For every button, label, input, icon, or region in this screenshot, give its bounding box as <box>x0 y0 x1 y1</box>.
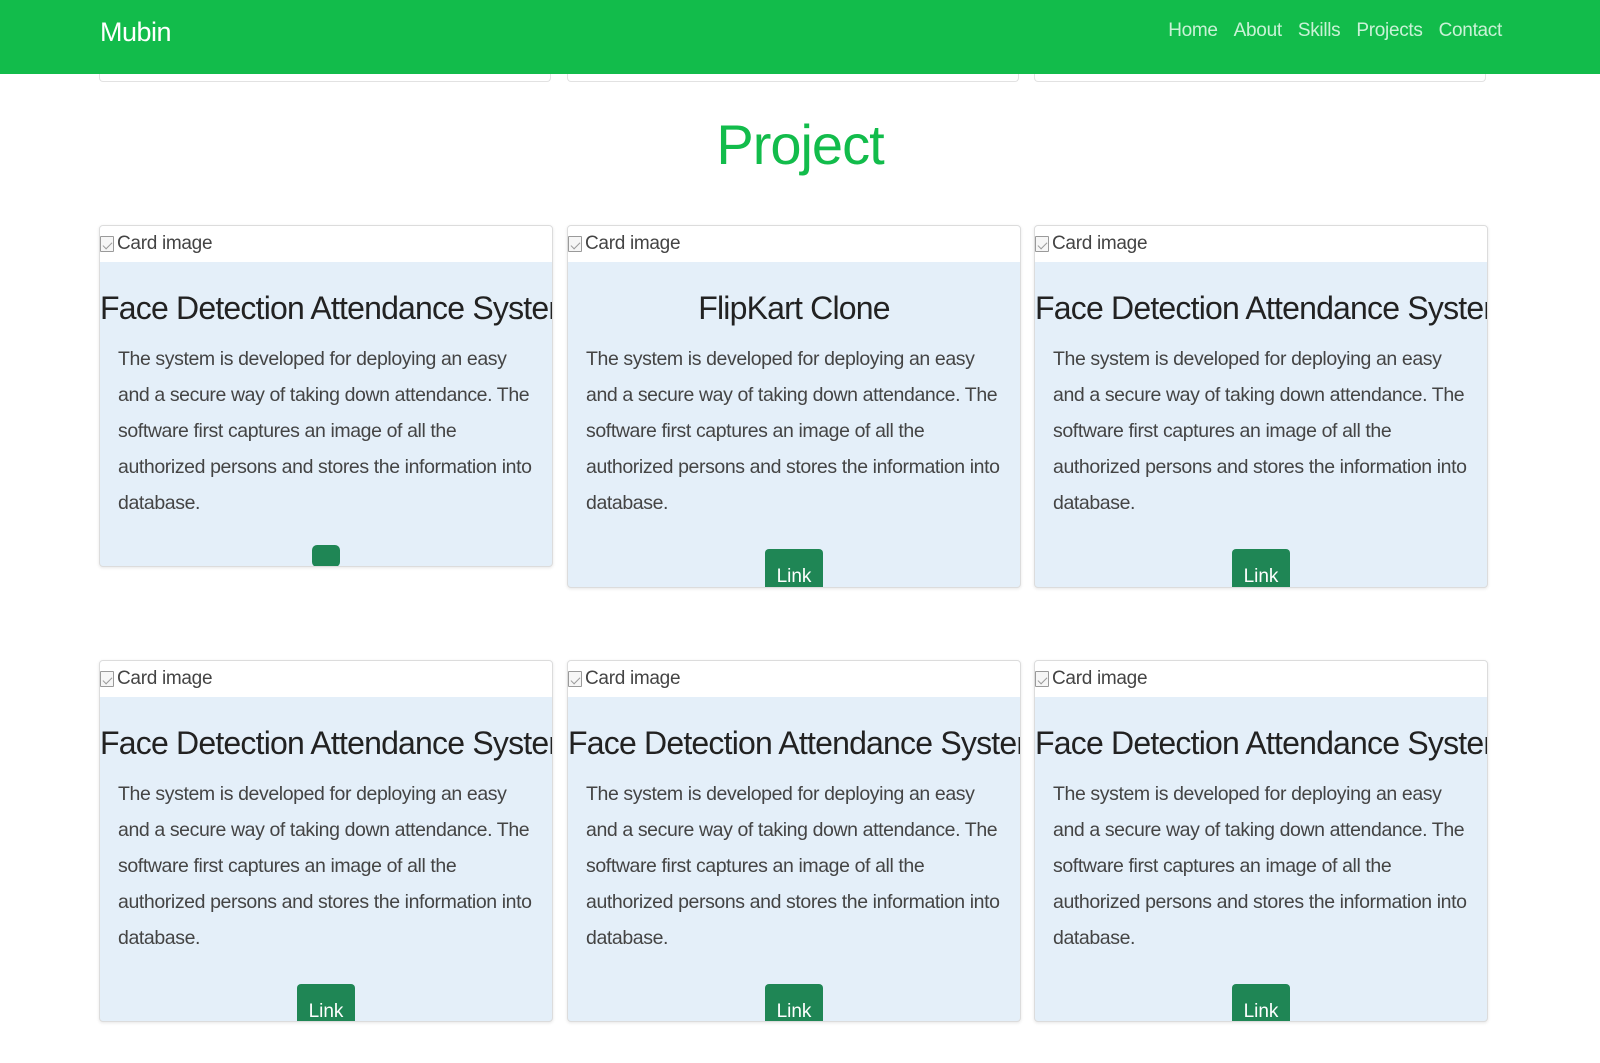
card-title: FlipKart Clone <box>698 290 890 326</box>
card-title: Face Detection Attendance System <box>100 290 553 326</box>
nav-link-home[interactable]: Home <box>1168 20 1218 42</box>
card-text: The system is developed for deploying an… <box>118 348 532 514</box>
brand-logo[interactable]: Mubin <box>100 17 172 48</box>
card-image: Card image <box>1035 226 1487 262</box>
card-image-alt: Card image <box>1052 233 1148 254</box>
card-title: Face Detection Attendance System <box>1035 725 1488 761</box>
card-image-alt: Card image <box>585 233 681 254</box>
card-text: The system is developed for deploying an… <box>1053 348 1467 514</box>
card-text: The system is developed for deploying an… <box>1053 783 1467 949</box>
card-link-button[interactable]: Link <box>1232 984 1290 1021</box>
card-text: The system is developed for deploying an… <box>586 783 1000 949</box>
card-image-alt: Card image <box>585 668 681 689</box>
card-image-alt: Card image <box>117 668 213 689</box>
broken-image-icon <box>568 236 582 252</box>
broken-image-icon <box>100 671 114 687</box>
previous-section-card-edge <box>99 74 551 82</box>
project-card: Card image Face Detection Attendance Sys… <box>99 225 553 567</box>
card-image-alt: Card image <box>1052 668 1148 689</box>
project-card: Card image Face Detection Attendance Sys… <box>99 660 553 1022</box>
card-link-button[interactable]: Link <box>297 984 355 1021</box>
card-text: The system is developed for deploying an… <box>586 348 1000 514</box>
card-link-button[interactable]: Link <box>765 549 823 587</box>
nav-link-contact[interactable]: Contact <box>1439 20 1503 42</box>
section-title: Project <box>716 113 884 176</box>
project-card: Card image FlipKart Clone The system is … <box>567 225 1021 588</box>
card-link-button[interactable]: Link <box>1232 549 1290 587</box>
nav-link-skills[interactable]: Skills <box>1298 20 1341 42</box>
broken-image-icon <box>568 671 582 687</box>
card-image: Card image <box>100 661 552 697</box>
project-card: Card image Face Detection Attendance Sys… <box>1034 660 1488 1022</box>
navbar: Mubin Home About Skills Projects Contact <box>0 0 1600 74</box>
nav-link-projects[interactable]: Projects <box>1356 20 1423 42</box>
card-title: Face Detection Attendance System <box>100 725 553 761</box>
card-image-alt: Card image <box>117 233 213 254</box>
project-card: Card image Face Detection Attendance Sys… <box>1034 225 1488 588</box>
card-text: The system is developed for deploying an… <box>118 783 532 949</box>
nav-links: Home About Skills Projects Contact <box>1168 20 1502 42</box>
broken-image-icon <box>100 236 114 252</box>
card-link-button[interactable]: Link <box>765 984 823 1021</box>
card-image: Card image <box>1035 661 1487 697</box>
card-image: Card image <box>568 661 1020 697</box>
broken-image-icon <box>1035 671 1049 687</box>
card-link-button[interactable] <box>312 545 340 566</box>
card-image: Card image <box>568 226 1020 262</box>
card-title: Face Detection Attendance System <box>568 725 1021 761</box>
nav-link-about[interactable]: About <box>1234 20 1282 42</box>
project-card: Card image Face Detection Attendance Sys… <box>567 660 1021 1022</box>
previous-section-card-edge <box>1034 74 1486 82</box>
card-title: Face Detection Attendance System <box>1035 290 1488 326</box>
card-image: Card image <box>100 226 552 262</box>
broken-image-icon <box>1035 236 1049 252</box>
previous-section-card-edge <box>567 74 1019 82</box>
